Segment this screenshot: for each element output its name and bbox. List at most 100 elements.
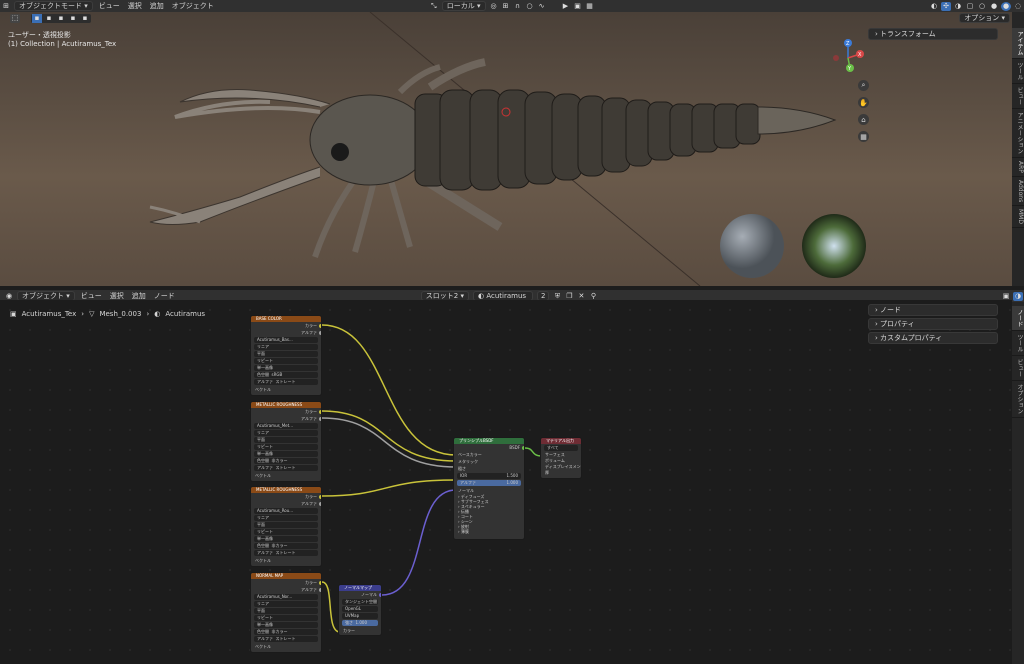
interp-field[interactable]: リニア — [254, 601, 318, 607]
select-invert-icon[interactable]: ▪ — [68, 14, 78, 23]
tab-arp[interactable]: ARP — [1012, 158, 1024, 177]
menu-add[interactable]: 追加 — [146, 1, 168, 11]
tab-node-options[interactable]: オプション — [1012, 381, 1024, 418]
pan-hand-icon[interactable]: ✋ — [858, 97, 869, 108]
extension-field[interactable]: リピート — [254, 444, 318, 450]
visibility-icon[interactable]: ◐ — [929, 2, 939, 11]
node-material-output[interactable]: マテリアル出力 すべて サーフェス ボリューム ディスプレイスメント 厚 — [540, 437, 582, 479]
panel-thin-film[interactable]: › 薄膜 — [454, 529, 524, 534]
select-intersect-icon[interactable]: ▪ — [80, 14, 90, 23]
tab-animation[interactable]: アニメーション — [1012, 109, 1024, 158]
output-alpha: アルファ — [251, 415, 321, 422]
alpha-field[interactable]: アルファ ストレート — [254, 550, 318, 556]
tab-view[interactable]: ビュー — [1012, 84, 1024, 109]
select-new-icon[interactable]: ▪ — [32, 13, 42, 23]
wave-icon[interactable]: ∿ — [537, 2, 547, 11]
tab-node[interactable]: ノード — [1012, 306, 1024, 331]
3d-viewport[interactable]: ユーザー・透視投影 (1) Collection | Acutiramus_Te… — [0, 12, 1012, 286]
ior-field[interactable]: IOR 1.500 — [457, 473, 521, 479]
menu-view[interactable]: ビュー — [95, 1, 124, 11]
alpha-field[interactable]: アルファ ストレート — [254, 636, 318, 642]
menu-select[interactable]: 選択 — [124, 1, 146, 11]
projection-field[interactable]: 平面 — [254, 437, 318, 443]
node-metallic-roughness-2[interactable]: METALLIC ROUGHNESS カラー アルファ Acutiramus_R… — [250, 486, 322, 567]
overlay-icon[interactable]: ◑ — [953, 2, 963, 11]
output-color: カラー — [251, 493, 321, 500]
menu-object[interactable]: オブジェクト — [168, 1, 218, 11]
alpha-field[interactable]: アルファ ストレート — [254, 465, 318, 471]
pivot-icon[interactable]: ◎ — [489, 2, 499, 11]
colorspace-field[interactable]: 色空間 非カラー — [254, 629, 318, 635]
panel-custom-properties[interactable]: › カスタムプロパティ — [868, 332, 998, 344]
select-mode-group: ▪ ▪ ▪ ▪ ▪ — [31, 13, 91, 23]
tab-tool[interactable]: ツール — [1012, 59, 1024, 84]
interp-field[interactable]: リニア — [254, 344, 318, 350]
node-principled-bsdf[interactable]: プリンシプルBSDF BSDF ベースカラー メタリック 粗さ IOR 1.500… — [453, 437, 525, 540]
perspective-grid-icon[interactable]: ▦ — [858, 131, 869, 142]
select-subtract-icon[interactable]: ▪ — [56, 14, 66, 23]
play-icon[interactable]: ▶ — [561, 2, 571, 11]
camera-view-icon[interactable]: ⌂ — [858, 114, 869, 125]
image-field[interactable]: Acutiramus_Met... — [254, 423, 318, 429]
node-metallic-roughness[interactable]: METALLIC ROUGHNESS カラー アルファ Acutiramus_M… — [250, 401, 322, 482]
transform-dropdown[interactable]: ローカル ▾ — [441, 1, 486, 11]
source-field[interactable]: 単一画像 — [254, 536, 318, 542]
tab-node-tool[interactable]: ツール — [1012, 331, 1024, 356]
image-field[interactable]: Acutiramus_Nor... — [254, 594, 318, 600]
extension-field[interactable]: リピート — [254, 358, 318, 364]
tab-item[interactable]: アイテム — [1012, 28, 1024, 59]
space-field[interactable]: タンジェント空間 — [342, 599, 378, 605]
snap-icon[interactable]: ⊞ — [501, 2, 511, 11]
source-field[interactable]: 単一画像 — [254, 622, 318, 628]
colorspace-field[interactable]: 色空間 非カラー — [254, 543, 318, 549]
projection-field[interactable]: 平面 — [254, 351, 318, 357]
target-field[interactable]: すべて — [544, 445, 578, 451]
tab-mmd[interactable]: MMD — [1012, 206, 1024, 229]
zoom-icon[interactable]: ⌕ — [858, 80, 869, 91]
select-extend-icon[interactable]: ▪ — [44, 14, 54, 23]
editor-type-icon[interactable]: ⊞ — [1, 2, 11, 11]
proportional-icon[interactable]: ○ — [525, 2, 535, 11]
interp-field[interactable]: リニア — [254, 515, 318, 521]
algorithm-field[interactable]: OpenGL — [342, 606, 378, 612]
alpha-field[interactable]: アルファ 1.000 — [457, 480, 521, 486]
panel-node[interactable]: › ノード — [868, 304, 998, 316]
source-field[interactable]: 単一画像 — [254, 451, 318, 457]
node-normal-map[interactable]: ノーマルマップ ノーマル タンジェント空間 OpenGL UVMap 強さ 1.… — [338, 584, 382, 636]
colorspace-field[interactable]: 色空間 sRGB — [254, 372, 318, 378]
shading-render-icon[interactable]: ◌ — [1013, 2, 1023, 11]
projection-field[interactable]: 平面 — [254, 608, 318, 614]
navigation-gizmo[interactable]: Z X Y — [828, 38, 868, 78]
select-tool-icon[interactable]: ⬚ — [10, 13, 20, 23]
options-dropdown[interactable]: オプション ▾ — [959, 13, 1010, 23]
mode-dropdown[interactable]: オブジェクトモード ▾ — [14, 1, 93, 11]
shading-solid-icon[interactable]: ● — [989, 2, 999, 11]
lookdev-hdri-sphere — [802, 214, 866, 278]
strength-field[interactable]: 強さ 1.000 — [342, 620, 378, 626]
projection-field[interactable]: 平面 — [254, 522, 318, 528]
uvmap-field[interactable]: UVMap — [342, 613, 378, 619]
image-field[interactable]: Acutiramus_Bas... — [254, 337, 318, 343]
gizmo-icon[interactable]: ✣ — [941, 1, 951, 11]
xray-icon[interactable]: ▢ — [965, 2, 975, 11]
extension-field[interactable]: リピート — [254, 529, 318, 535]
source-field[interactable]: 単一画像 — [254, 365, 318, 371]
interp-field[interactable]: リニア — [254, 430, 318, 436]
node-overlay-icon[interactable]: ◑ — [1013, 291, 1023, 301]
camera-icon[interactable]: ▣ — [573, 2, 583, 11]
colorspace-field[interactable]: 色空間 非カラー — [254, 458, 318, 464]
node-base-color[interactable]: BASE COLOR カラー アルファ Acutiramus_Bas... リニ… — [250, 315, 322, 396]
alpha-field[interactable]: アルファ ストレート — [254, 379, 318, 385]
extension-field[interactable]: リピート — [254, 615, 318, 621]
node-editor-canvas[interactable]: ▣ Acutiramus_Tex › ▽ Mesh_0.003 › ◐ Acutira… — [0, 300, 1012, 664]
magnet-icon[interactable]: ∩ — [513, 2, 523, 11]
grid-icon[interactable]: ▦ — [585, 2, 595, 11]
tab-addons[interactable]: Addons — [1012, 177, 1024, 207]
shading-material-icon[interactable]: ● — [1001, 1, 1011, 11]
image-field[interactable]: Acutiramus_Rou... — [254, 508, 318, 514]
transform-panel[interactable]: › トランスフォーム — [868, 28, 998, 40]
node-normal-map-texture[interactable]: NORMAL MAP カラー アルファ Acutiramus_Nor... リニ… — [250, 572, 322, 653]
panel-properties[interactable]: › プロパティ — [868, 318, 998, 330]
tab-node-view[interactable]: ビュー — [1012, 356, 1024, 381]
shading-wire-icon[interactable]: ○ — [977, 2, 987, 11]
